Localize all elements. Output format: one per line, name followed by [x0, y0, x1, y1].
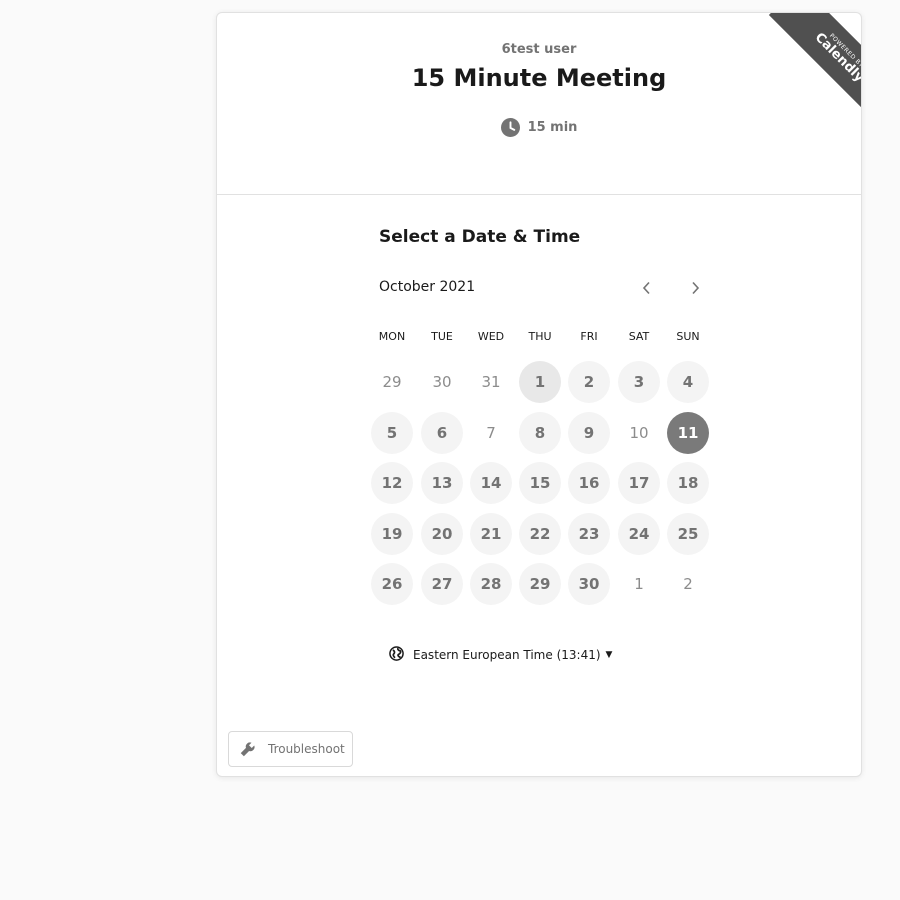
day-button[interactable]: 2 [568, 361, 610, 403]
day-button[interactable]: 9 [568, 412, 610, 454]
day-button[interactable]: 1 [519, 361, 561, 403]
timezone-selector[interactable]: Eastern European Time (13:41) ▼ [389, 646, 612, 664]
day-button[interactable]: 18 [667, 462, 709, 504]
weekday-label: THU [528, 330, 552, 343]
chevron-right-icon [690, 280, 700, 299]
weekday-label: TUE [431, 330, 453, 343]
day-button[interactable]: 29 [519, 563, 561, 605]
weekday-label: WED [477, 330, 505, 343]
powered-by-ribbon: POWERED BY Calendly [768, 13, 861, 123]
next-month-button[interactable] [681, 275, 709, 303]
unavailable-day: 31 [481, 373, 501, 391]
unavailable-day: 7 [486, 424, 496, 442]
day-button[interactable]: 28 [470, 563, 512, 605]
clock-icon [500, 118, 520, 137]
wrench-icon [238, 737, 260, 762]
timezone-label: Eastern European Time (13:41) [413, 648, 601, 662]
day-button[interactable]: 19 [371, 513, 413, 555]
unavailable-day: 1 [634, 575, 644, 593]
duration-label: 15 min [527, 120, 578, 135]
day-button[interactable]: 27 [421, 563, 463, 605]
day-button[interactable]: 24 [618, 513, 660, 555]
globe-icon [389, 646, 404, 664]
booking-card: 6test user 15 Minute Meeting 15 min POWE… [216, 12, 862, 777]
day-button[interactable]: 6 [421, 412, 463, 454]
unavailable-day: 10 [629, 424, 649, 442]
caret-down-icon: ▼ [605, 650, 613, 660]
previous-month-button[interactable] [633, 275, 661, 303]
day-button[interactable]: 12 [371, 462, 413, 504]
day-button[interactable]: 20 [421, 513, 463, 555]
day-button[interactable]: 21 [470, 513, 512, 555]
troubleshoot-button[interactable]: Troubleshoot [228, 731, 353, 767]
day-button[interactable]: 3 [618, 361, 660, 403]
month-label: October 2021 [379, 279, 476, 295]
weekday-label: FRI [580, 330, 598, 343]
day-button[interactable]: 15 [519, 462, 561, 504]
day-button[interactable]: 25 [667, 513, 709, 555]
select-date-heading: Select a Date & Time [379, 227, 581, 247]
event-header: 6test user 15 Minute Meeting 15 min POWE… [217, 13, 861, 195]
day-button[interactable]: 30 [568, 563, 610, 605]
day-button[interactable]: 26 [371, 563, 413, 605]
day-button[interactable]: 13 [421, 462, 463, 504]
weekday-label: SUN [676, 330, 700, 343]
weekday-label: MON [378, 330, 406, 343]
selected-day-button[interactable]: 11 [667, 412, 709, 454]
day-button[interactable]: 17 [618, 462, 660, 504]
day-button[interactable]: 4 [667, 361, 709, 403]
day-button[interactable]: 16 [568, 462, 610, 504]
chevron-left-icon [642, 280, 652, 299]
day-button[interactable]: 5 [371, 412, 413, 454]
troubleshoot-label: Troubleshoot [268, 742, 345, 756]
day-button[interactable]: 14 [470, 462, 512, 504]
unavailable-day: 2 [683, 575, 693, 593]
day-button[interactable]: 22 [519, 513, 561, 555]
unavailable-day: 29 [382, 373, 402, 391]
day-button[interactable]: 23 [568, 513, 610, 555]
weekday-label: SAT [628, 330, 650, 343]
powered-by-badge[interactable]: POWERED BY Calendly [751, 13, 861, 123]
unavailable-day: 30 [432, 373, 452, 391]
day-button[interactable]: 8 [519, 412, 561, 454]
